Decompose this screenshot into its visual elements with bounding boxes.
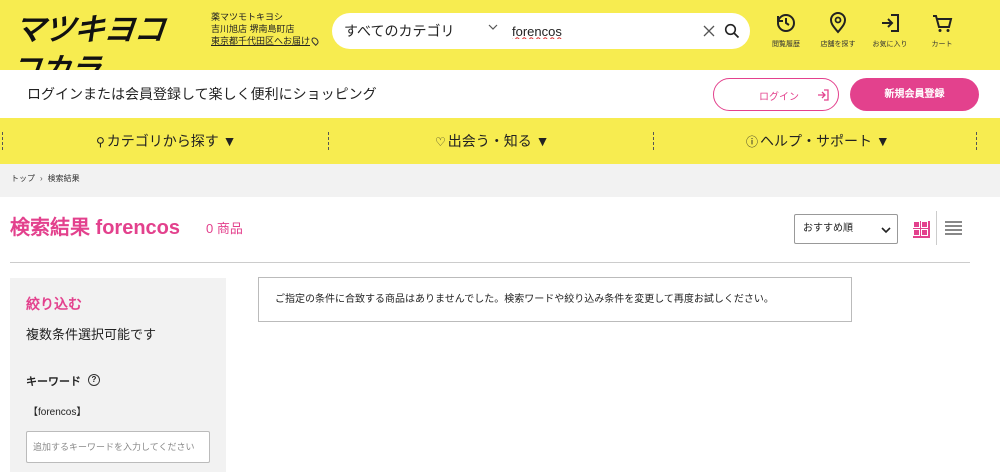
site-logo[interactable]: マツキヨココカラ xyxy=(8,10,188,88)
keyword-input[interactable] xyxy=(26,431,210,463)
breadcrumb-current: 検索結果 xyxy=(47,174,80,183)
nav-divider xyxy=(328,132,329,150)
nav-divider xyxy=(2,132,3,150)
cart-icon xyxy=(933,15,953,32)
sort-value: おすすめ順 xyxy=(803,223,853,234)
login-button[interactable]: ログイン xyxy=(713,78,839,111)
history-button[interactable]: 閲覧履歴 xyxy=(760,12,812,49)
clear-icon[interactable] xyxy=(702,24,716,38)
nav-divider xyxy=(653,132,654,150)
cart-label: カート xyxy=(931,41,953,48)
login-icon xyxy=(818,89,829,101)
favorites-button[interactable]: お気に入り xyxy=(864,12,916,49)
lightbulb-icon: ♡ xyxy=(435,135,446,149)
section-divider xyxy=(10,262,970,263)
breadcrumb: トップ › 検索結果 xyxy=(0,164,1000,197)
site-header: マツキヨココカラ 薬マツモトキヨシ 吉川旭店 堺南島町店 東京都千代田区へお届け… xyxy=(0,0,1000,88)
search-bar: すべてのカテゴリ xyxy=(332,13,750,49)
page-title: 検索結果 forencos xyxy=(10,217,181,239)
store-brand: 薬マツモトキヨシ xyxy=(211,12,284,22)
breadcrumb-home[interactable]: トップ xyxy=(11,174,35,183)
main-nav: ⚲ カテゴリから探す ▼ ♡ 出会う・知る ▼ ⓘ ヘルプ・サポート ▼ xyxy=(0,118,1000,164)
history-label: 閲覧履歴 xyxy=(772,41,800,48)
filter-sidebar: 絞り込む 複数条件選択可能です キーワード ? 【forencos】 xyxy=(10,278,226,472)
chevron-down-icon xyxy=(488,24,498,30)
nav-category[interactable]: ⚲ カテゴリから探す ▼ xyxy=(96,118,237,164)
search-input[interactable] xyxy=(512,19,697,43)
keyword-label: キーワード xyxy=(26,376,81,388)
filter-title: 絞り込む xyxy=(26,296,82,312)
chevron-right-icon: › xyxy=(40,174,43,183)
delivery-area-link[interactable]: 東京都千代田区へお届け xyxy=(211,36,310,46)
list-view-icon[interactable] xyxy=(945,221,962,238)
search-icon[interactable] xyxy=(724,23,740,39)
store-search-icon xyxy=(829,12,847,34)
register-button[interactable]: 新規会員登録 xyxy=(850,78,979,111)
nav-discover[interactable]: ♡ 出会う・知る ▼ xyxy=(435,118,550,164)
grid-view-icon[interactable] xyxy=(913,221,930,238)
store-search-label: 店舗を探す xyxy=(820,41,856,48)
history-icon xyxy=(777,14,795,32)
nav-category-label: カテゴリから探す ▼ xyxy=(106,133,237,149)
search-icon: ⚲ xyxy=(96,135,105,149)
result-count: 0 商品 xyxy=(206,221,243,236)
location-pin-icon xyxy=(310,36,320,46)
nav-help-label: ヘルプ・サポート ▼ xyxy=(760,133,890,149)
store-name: 吉川旭店 堺南島町店 xyxy=(211,24,295,34)
help-icon[interactable]: ? xyxy=(88,374,100,386)
view-divider xyxy=(936,211,937,245)
login-label: ログイン xyxy=(759,92,799,103)
no-results-message: ご指定の条件に合致する商品はありませんでした。検索ワードや絞り込み条件を変更して… xyxy=(258,277,852,322)
login-prompt: ログインまたは会員登録して楽しく便利にショッピング xyxy=(27,86,377,102)
nav-divider xyxy=(976,132,977,150)
cart-button[interactable]: カート xyxy=(916,12,968,49)
help-circle-icon: ⓘ xyxy=(746,135,759,149)
favorites-icon xyxy=(882,14,899,32)
chevron-down-icon xyxy=(881,227,891,234)
nav-discover-label: 出会う・知る ▼ xyxy=(447,133,550,149)
category-select[interactable]: すべてのカテゴリ xyxy=(344,13,454,49)
nav-help[interactable]: ⓘ ヘルプ・サポート ▼ xyxy=(746,118,890,164)
sort-select[interactable]: おすすめ順 xyxy=(794,214,898,244)
store-selector[interactable]: 薬マツモトキヨシ 吉川旭店 堺南島町店 東京都千代田区へお届け xyxy=(211,11,320,47)
filter-subtitle: 複数条件選択可能です xyxy=(26,327,157,342)
keyword-current: 【forencos】 xyxy=(28,407,87,418)
store-search-button[interactable]: 店舗を探す xyxy=(812,12,864,49)
favorites-label: お気に入り xyxy=(872,41,908,48)
